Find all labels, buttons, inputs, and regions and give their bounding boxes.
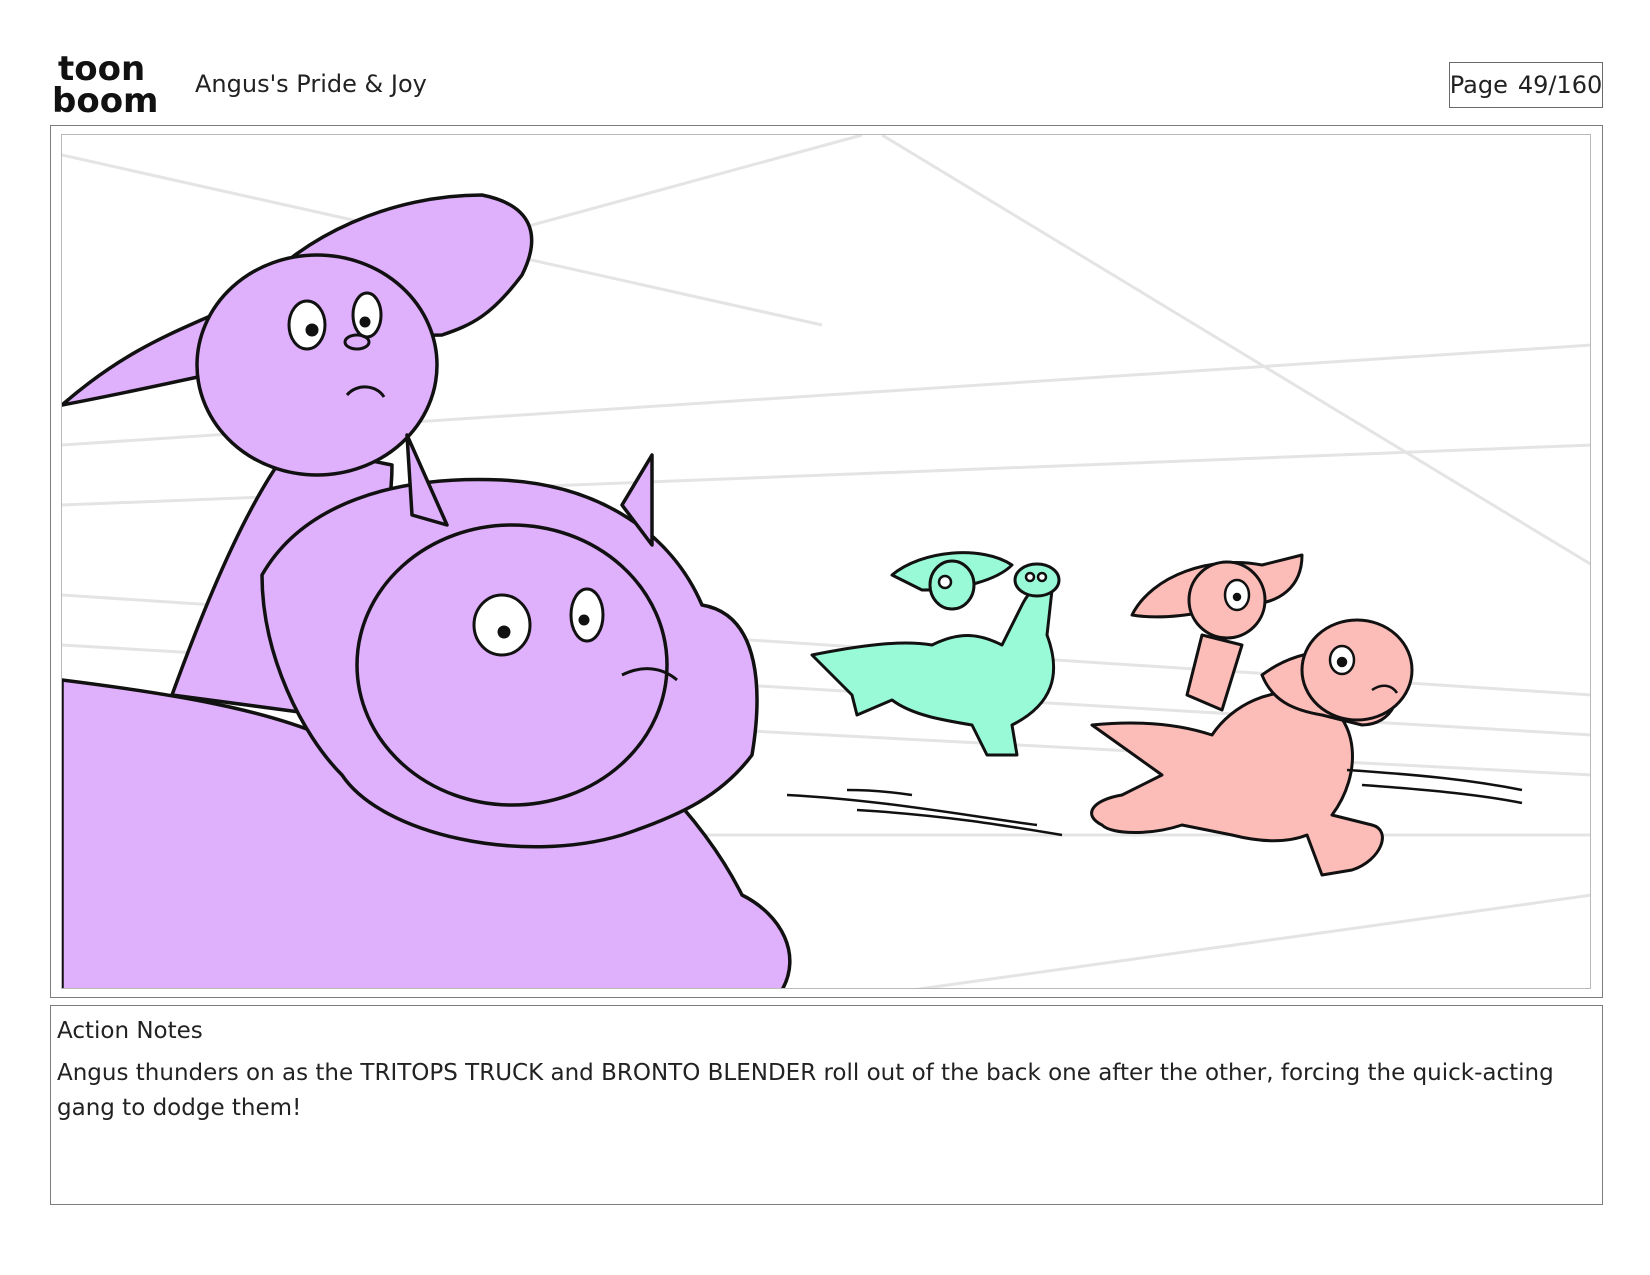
pink-rider-character (1090, 553, 1414, 877)
panel-frame (61, 134, 1591, 989)
page-indicator: Page 49/160 (1449, 62, 1603, 108)
green-rider-character (810, 551, 1061, 757)
logo-text-bottom: boom (52, 81, 158, 116)
page-number: 49/160 (1517, 71, 1603, 99)
panel-drawing (62, 135, 1590, 988)
purple-rider-character (62, 193, 792, 988)
action-notes-text: Angus thunders on as the TRITOPS TRUCK a… (57, 1060, 1554, 1121)
action-notes-label: Action Notes (57, 1018, 203, 1044)
toon-boom-logo: toon boom (52, 52, 158, 116)
action-notes-box: Action Notes Angus thunders on as the TR… (50, 1005, 1603, 1205)
storyboard-panel (50, 125, 1603, 998)
project-title: Angus's Pride & Joy (195, 70, 427, 98)
page-label: Page (1449, 71, 1508, 99)
